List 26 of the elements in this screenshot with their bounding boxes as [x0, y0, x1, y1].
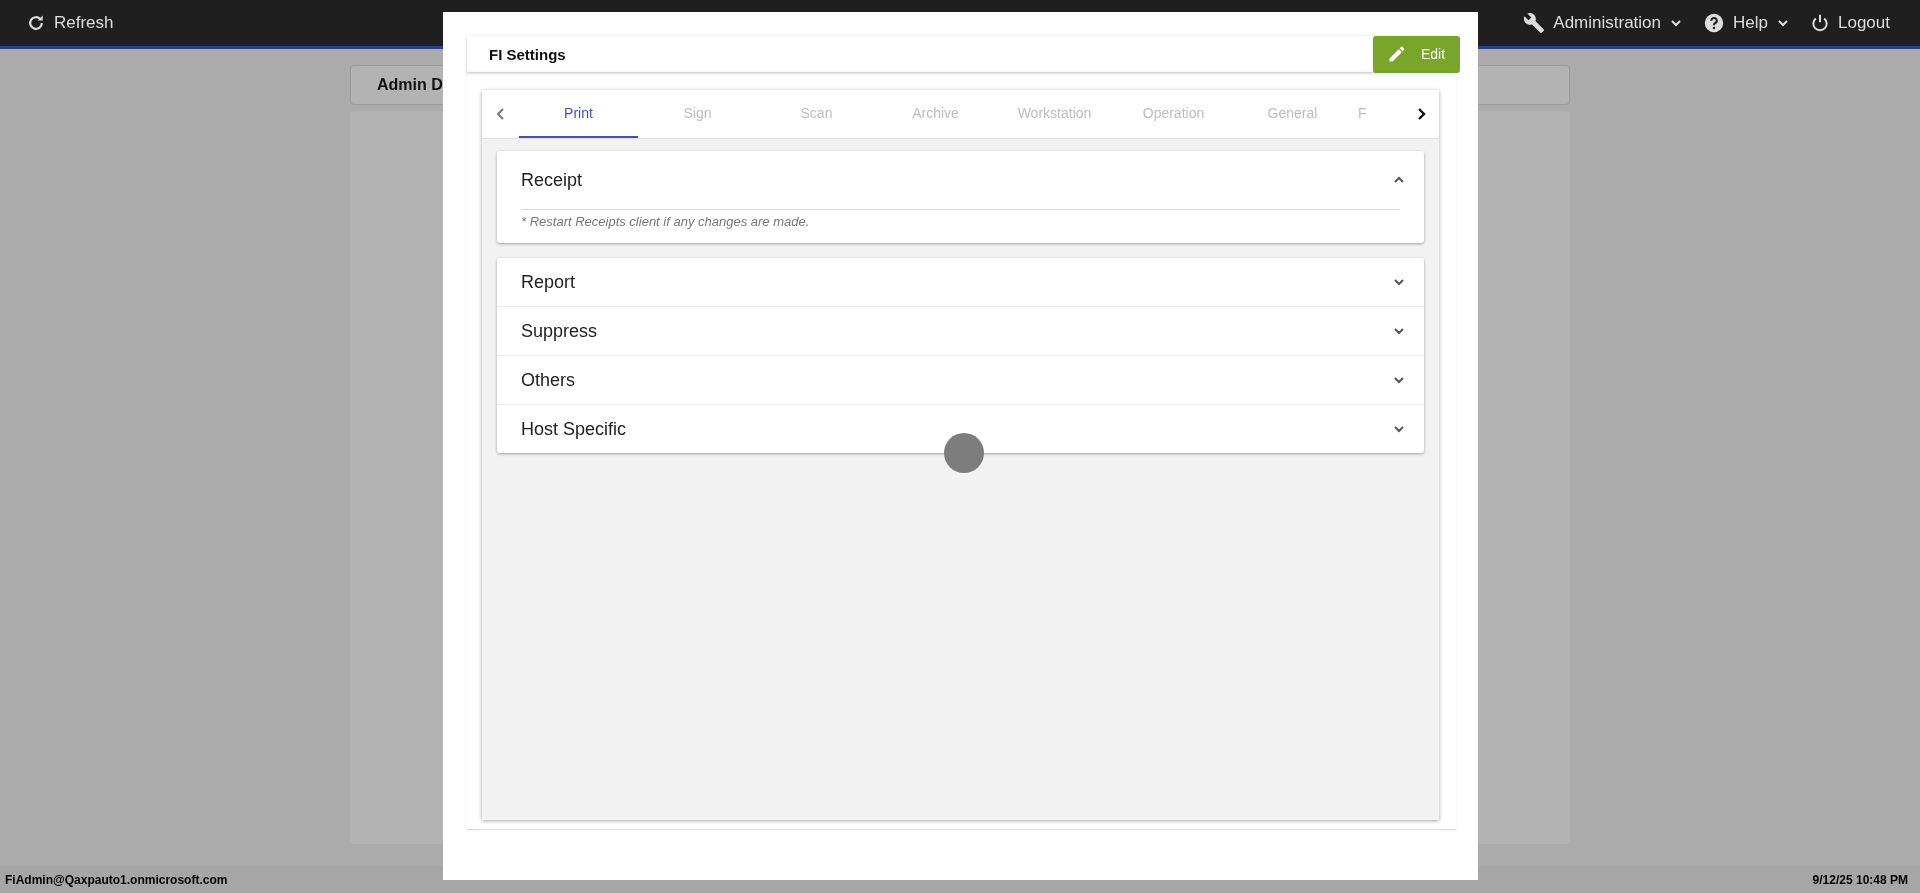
pencil-icon: [1387, 44, 1407, 64]
user-name: FiAdmin@Qaxpauto1.onmicrosoft.com: [5, 872, 228, 887]
menu-button[interactable]: Help: [1695, 0, 1798, 46]
section-title: Suppress: [521, 320, 598, 342]
menu-button[interactable]: Administration: [1515, 0, 1692, 46]
dialog-title: FI Settings: [488, 45, 566, 63]
logout-button[interactable]: Logout: [1802, 0, 1898, 46]
help-icon: [1703, 12, 1726, 34]
section-title: Report: [521, 271, 576, 293]
date-time: 9/12/25 10:48 PM: [1812, 872, 1908, 887]
accordion-header[interactable]: Report: [497, 258, 1424, 307]
accordion-header[interactable]: Host Specific: [497, 405, 1424, 453]
section-title: Host Specific: [521, 418, 627, 440]
tab[interactable]: Print: [519, 90, 638, 138]
refresh-icon: [26, 13, 46, 33]
accordion-header[interactable]: Receipt: [497, 151, 1424, 209]
accordion-header[interactable]: Suppress: [497, 307, 1424, 356]
page-title: Admin D: [377, 76, 443, 94]
section-title: Receipt: [521, 169, 583, 191]
note-text: * Restart Receipts client if any changes are made.: [521, 214, 811, 229]
power-icon: [1810, 13, 1830, 33]
chevron-left-icon: [494, 107, 507, 121]
wrench-icon: [1523, 12, 1546, 34]
accordion-header[interactable]: Others: [497, 356, 1424, 405]
section-title: Others: [521, 369, 576, 391]
refresh-button[interactable]: Refresh: [14, 0, 126, 46]
